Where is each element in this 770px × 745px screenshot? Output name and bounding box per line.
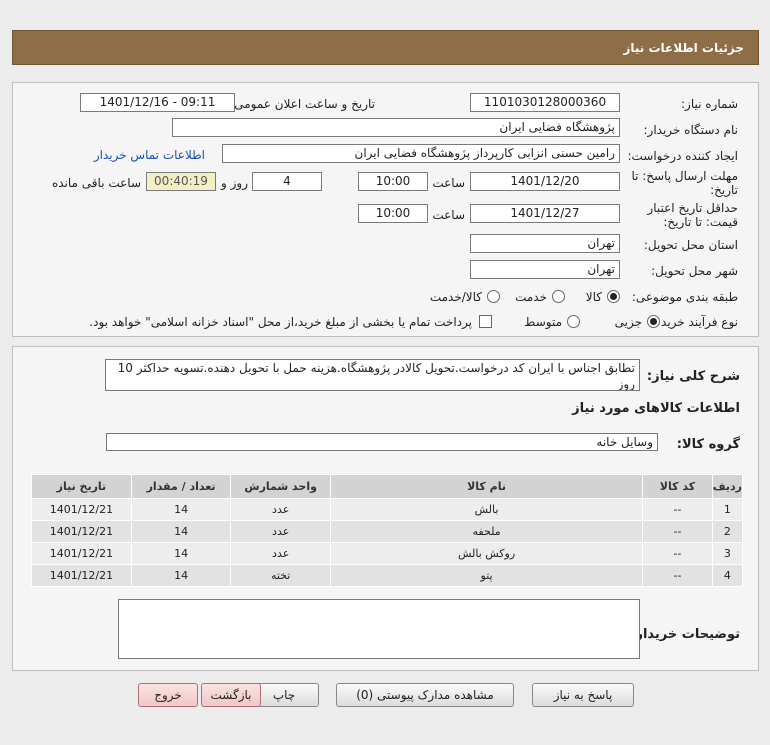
cell-row: 1 [711,498,744,521]
goods-table: ردیف کد کالا نام کالا واحد شمارش تعداد /… [31,474,744,587]
col-row: ردیف [711,474,744,499]
cell-row: 3 [711,542,744,565]
reply-date-field: 1401/12/20 [470,172,620,191]
description-label: شرح کلی نیاز: [646,369,740,384]
back-button[interactable]: بازگشت [201,683,261,707]
page-title: جزئیات اطلاعات نیاز [623,41,744,55]
remaining-time-field: 00:40:19 [146,172,216,191]
col-qty: تعداد / مقدار [130,474,232,499]
cell-code: -- [642,564,713,587]
table-row: 1 -- بالش عدد 14 1401/12/21 [31,498,744,521]
exit-button[interactable]: خروج [138,683,198,707]
cell-qty: 14 [130,520,232,543]
table-row: 2 -- ملحفه عدد 14 1401/12/21 [31,520,744,543]
validity-time-field: 10:00 [358,204,428,223]
cell-date: 1401/12/21 [31,520,132,543]
category-goods-radio[interactable] [607,290,620,303]
category-goods-service-radio[interactable] [487,290,500,303]
days-label: روز و [221,176,248,190]
requester-field: رامین حسنی انزابی کارپرداز پژوهشگاه فضای… [222,144,620,163]
process-label: نوع فرآیند خرید : [653,315,738,329]
buyer-org-label: نام دستگاه خریدار: [643,123,739,137]
cell-code: -- [642,542,713,565]
cell-qty: 14 [130,564,232,587]
buyer-org-field: پژوهشگاه فضایی ایران [172,118,620,137]
cell-date: 1401/12/21 [31,542,132,565]
contact-buyer-link[interactable]: اطلاعات تماس خریدار [94,148,205,162]
cell-date: 1401/12/21 [31,498,132,521]
table-row: 4 -- پتو تخته 14 1401/12/21 [31,564,744,587]
goods-group-label: گروه کالا: [676,437,740,452]
cell-code: -- [642,520,713,543]
cell-date: 1401/12/21 [31,564,132,587]
requester-label: ایجاد کننده درخواست: [627,149,738,163]
province-field: تهران [470,234,620,253]
need-number-field: 1101030128000360 [470,93,620,112]
validity-time-label: ساعت [432,208,465,222]
goods-table-header: ردیف کد کالا نام کالا واحد شمارش تعداد /… [31,474,744,499]
process-minor-radio[interactable] [647,315,660,328]
reply-deadline-label: مهلت ارسال پاسخ: تا [631,169,738,183]
reply-deadline-label-2: تاریخ: [710,183,738,197]
cell-qty: 14 [130,498,232,521]
remaining-time-label: ساعت باقی مانده [51,176,141,190]
cell-unit: عدد [230,520,331,543]
buyer-notes-label: توضیحات خریدار: [630,627,740,642]
cell-unit: تخته [230,564,331,587]
city-field: تهران [470,260,620,279]
category-label: طبقه بندی موضوعی: [631,290,738,304]
cell-unit: عدد [230,542,331,565]
cell-name: پتو [329,564,644,587]
category-goods-service-label: کالا/خدمت [429,290,482,304]
city-label: شهر محل تحویل: [651,264,738,278]
goods-panel: شرح کلی نیاز: تطابق اجناس با ایران کد در… [12,346,759,671]
reply-button[interactable]: پاسخ به نیاز [532,683,634,707]
page-header: جزئیات اطلاعات نیاز [12,30,759,65]
cell-name: بالش [329,498,644,521]
validity-date-field: 1401/12/27 [470,204,620,223]
col-code: کد کالا [642,474,713,499]
validity-label: حداقل تاریخ اعتبار [647,201,738,215]
process-minor-label: جزیی [614,315,642,329]
goods-info-title: اطلاعات کالاهای مورد نیاز [572,401,740,416]
goods-group-field: وسایل خانه [106,433,658,451]
reply-time-field: 10:00 [358,172,428,191]
buyer-notes-field [118,599,640,659]
province-label: استان محل تحویل: [643,238,738,252]
col-name: نام کالا [329,474,644,499]
announce-label: تاریخ و ساعت اعلان عمومی: [230,97,375,111]
col-date: تاریخ نیاز [31,474,132,499]
process-medium-label: متوسط [524,315,562,329]
cell-name: ملحفه [329,520,644,543]
cell-name: روکش بالش [329,542,644,565]
col-unit: واحد شمارش [230,474,331,499]
description-field: تطابق اجناس با ایران کد درخواست.تحویل کا… [105,359,640,391]
attachments-button[interactable]: مشاهده مدارک پیوستی (0) [336,683,514,707]
need-number-label: شماره نیاز: [681,97,738,111]
cell-code: -- [642,498,713,521]
cell-row: 2 [711,520,744,543]
announce-field: 1401/12/16 - 09:11 [80,93,235,112]
treasury-payment-note: پرداخت تمام یا بخشی از مبلغ خرید،از محل … [89,315,472,329]
need-info-panel: شماره نیاز: 1101030128000360 تاریخ و ساع… [12,82,759,337]
category-goods-label: کالا [585,290,602,304]
cell-qty: 14 [130,542,232,565]
reply-time-label: ساعت [432,176,465,190]
process-medium-radio[interactable] [567,315,580,328]
validity-label-2: قیمت: تا تاریخ: [663,215,738,229]
category-service-radio[interactable] [552,290,565,303]
cell-unit: عدد [230,498,331,521]
category-service-label: خدمت [515,290,547,304]
days-field: 4 [252,172,322,191]
treasury-payment-checkbox[interactable] [479,315,492,328]
cell-row: 4 [711,564,744,587]
table-row: 3 -- روکش بالش عدد 14 1401/12/21 [31,542,744,565]
